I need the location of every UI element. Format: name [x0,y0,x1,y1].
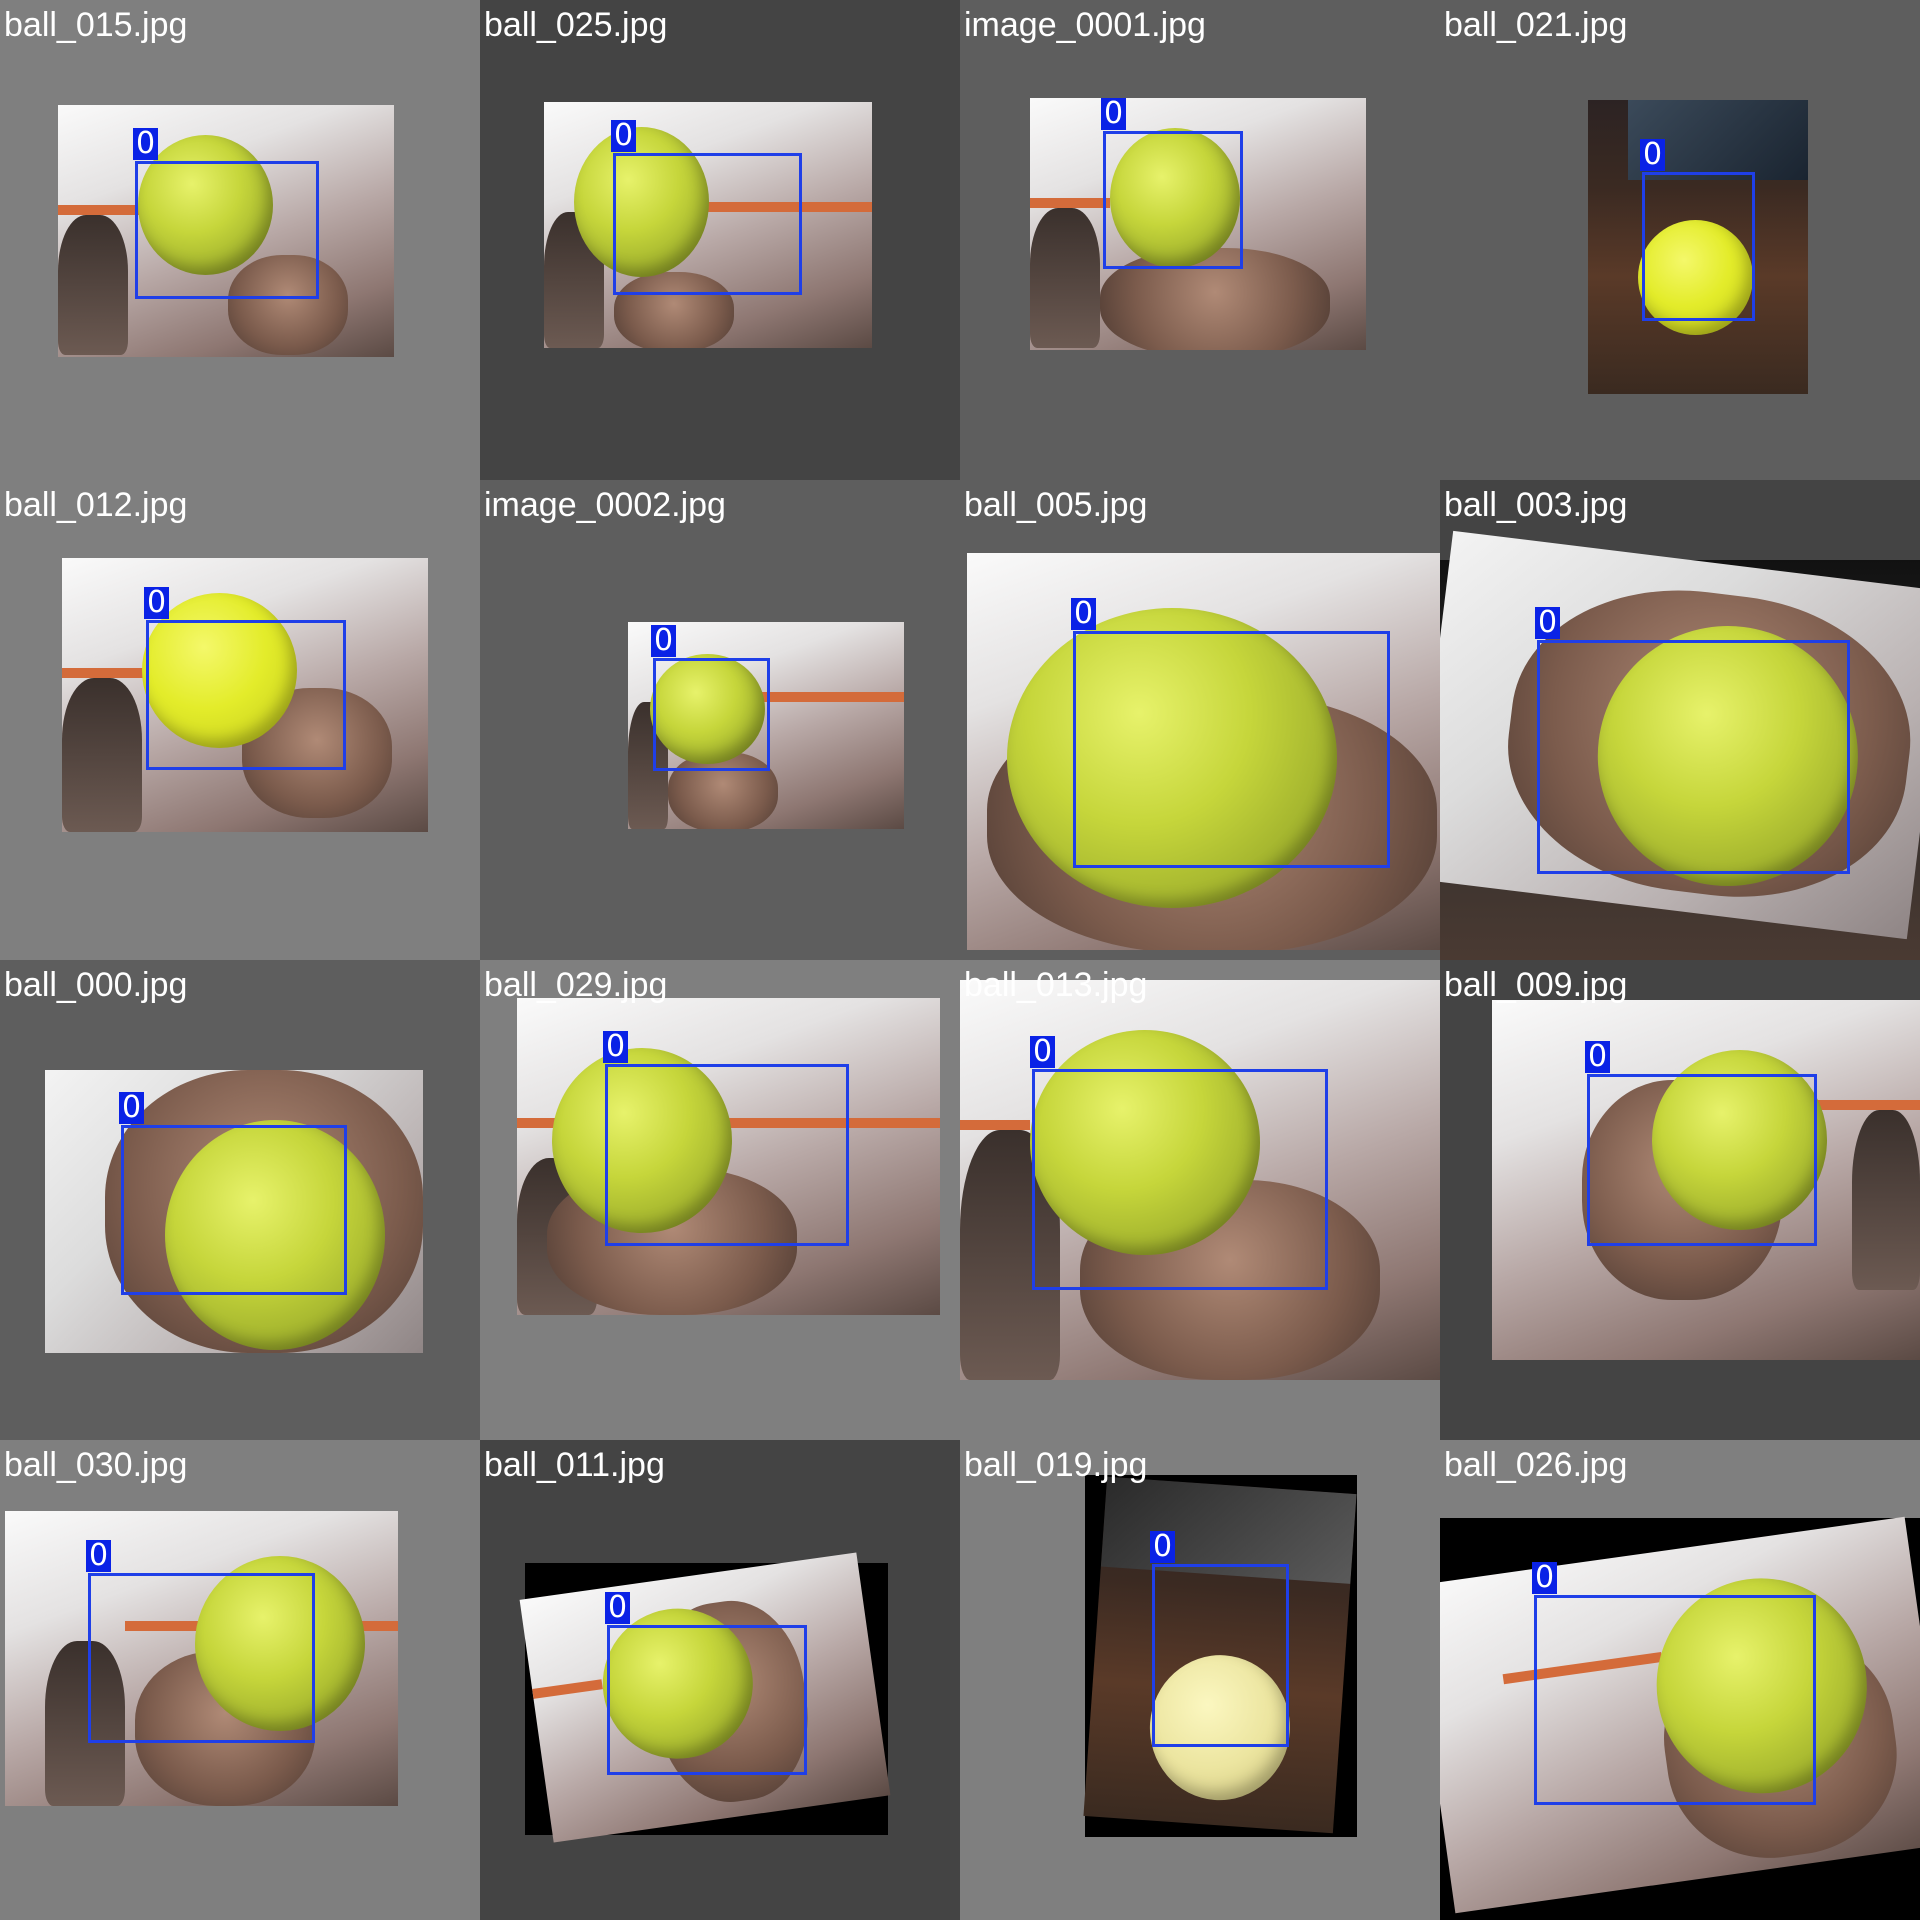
bounding-box[interactable] [1152,1564,1289,1747]
image-filename: ball_015.jpg [4,6,188,44]
bbox-class-label: 0 [133,128,159,160]
mosaic-tile[interactable]: 0 ball_030.jpg [0,1440,480,1920]
bbox-class-label: 0 [1030,1036,1056,1068]
bounding-box[interactable] [135,161,319,299]
mosaic-tile[interactable]: 0 ball_013.jpg [960,960,1440,1440]
bbox-class-label: 0 [605,1592,631,1624]
bounding-box[interactable] [121,1125,347,1295]
bounding-box[interactable] [613,153,802,295]
mosaic-tile[interactable]: 0 image_0001.jpg [960,0,1440,480]
mosaic-tile[interactable]: 0 ball_026.jpg [1440,1440,1920,1920]
bbox-class-label: 0 [119,1092,145,1124]
bbox-class-label: 0 [1532,1562,1558,1594]
bbox-class-label: 0 [603,1031,629,1063]
bbox-class-label: 0 [611,120,637,152]
image-filename: ball_025.jpg [484,6,668,44]
image-filename: ball_021.jpg [1444,6,1628,44]
image-filename: ball_019.jpg [964,1446,1148,1484]
bbox-class-label: 0 [1585,1041,1611,1073]
image-filename: image_0001.jpg [964,6,1206,44]
image-mosaic: 0 ball_015.jpg 0 ball_025.jpg 0 image_00… [0,0,1920,1920]
bounding-box[interactable] [653,658,770,771]
image-filename: image_0002.jpg [484,486,726,524]
bounding-box[interactable] [146,620,346,770]
bounding-box[interactable] [1534,1595,1816,1805]
bounding-box[interactable] [1073,631,1390,868]
bbox-class-label: 0 [651,625,677,657]
bounding-box[interactable] [1642,172,1755,321]
mosaic-tile[interactable]: 0 ball_012.jpg [0,480,480,960]
bounding-box[interactable] [605,1064,849,1246]
image-filename: ball_000.jpg [4,966,188,1004]
bounding-box[interactable] [607,1625,807,1775]
mosaic-tile[interactable]: 0 ball_005.jpg [960,480,1440,960]
image-filename: ball_011.jpg [484,1446,665,1484]
bbox-class-label: 0 [1071,598,1097,630]
bbox-class-label: 0 [86,1540,112,1572]
bbox-class-label: 0 [1640,139,1666,171]
mosaic-tile[interactable]: 0 ball_025.jpg [480,0,960,480]
bounding-box[interactable] [88,1573,315,1743]
image-filename: ball_012.jpg [4,486,188,524]
mosaic-tile[interactable]: 0 image_0002.jpg [480,480,960,960]
bounding-box[interactable] [1103,131,1243,269]
mosaic-tile[interactable]: 0 ball_021.jpg [1440,0,1920,480]
image-filename: ball_009.jpg [1444,966,1628,1004]
image-filename: ball_005.jpg [964,486,1148,524]
mosaic-tile[interactable]: 0 ball_011.jpg [480,1440,960,1920]
image-filename: ball_003.jpg [1444,486,1628,524]
mosaic-tile[interactable]: 0 ball_029.jpg [480,960,960,1440]
mosaic-tile[interactable]: 0 ball_003.jpg [1440,480,1920,960]
bbox-class-label: 0 [1101,98,1127,130]
bbox-class-label: 0 [144,587,170,619]
mosaic-tile[interactable]: 0 ball_019.jpg [960,1440,1440,1920]
mosaic-tile[interactable]: 0 ball_015.jpg [0,0,480,480]
mosaic-tile[interactable]: 0 ball_009.jpg [1440,960,1920,1440]
image-filename: ball_026.jpg [1444,1446,1628,1484]
bbox-class-label: 0 [1150,1531,1176,1563]
bounding-box[interactable] [1537,640,1850,874]
image-filename: ball_013.jpg [964,966,1148,1004]
image-filename: ball_029.jpg [484,966,668,1004]
bounding-box[interactable] [1587,1074,1817,1246]
bounding-box[interactable] [1032,1069,1328,1290]
bbox-class-label: 0 [1535,607,1561,639]
image-filename: ball_030.jpg [4,1446,188,1484]
mosaic-tile[interactable]: 0 ball_000.jpg [0,960,480,1440]
